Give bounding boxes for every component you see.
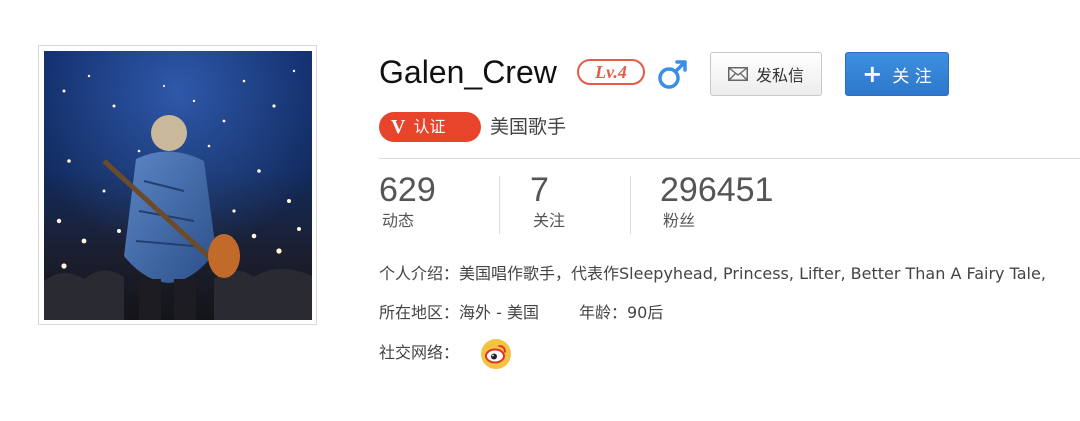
stat-separator <box>630 176 631 234</box>
intro-text: 美国唱作歌手，代表作Sleepyhead, Princess, Lifter, … <box>459 264 1046 283</box>
level-badge[interactable]: Lv.4 <box>577 59 645 85</box>
social-label: 社交网络： <box>379 343 460 362</box>
stat-following-label: 关注 <box>533 211 566 230</box>
stat-separator <box>499 176 500 234</box>
stat-fans[interactable]: 296451 粉丝 <box>660 170 773 232</box>
divider <box>379 158 1080 159</box>
plus-icon: + <box>862 60 883 88</box>
social-line: 社交网络： <box>379 342 459 364</box>
follow-label: 关 注 <box>892 66 932 87</box>
male-icon <box>658 60 687 89</box>
user-profile-card: Galen_Crew Lv.4 发私信 + 关 注 V 认证 美国歌手 629 … <box>0 0 1080 421</box>
region-value: 海外 - 美国 <box>459 303 539 322</box>
age-value: 90后 <box>626 303 664 322</box>
stat-following-value: 7 <box>530 171 549 209</box>
stat-fans-value: 296451 <box>660 171 774 209</box>
envelope-icon <box>727 67 748 81</box>
intro-line: 个人介绍：美国唱作歌手，代表作Sleepyhead, Princess, Lif… <box>379 263 1046 285</box>
weibo-icon[interactable] <box>480 338 512 370</box>
stat-fans-label: 粉丝 <box>663 211 696 230</box>
send-message-button[interactable]: 发私信 <box>710 52 822 96</box>
age-label: 年龄： <box>578 303 627 322</box>
stat-posts[interactable]: 629 动态 <box>379 170 436 232</box>
intro-label: 个人介绍： <box>379 264 460 283</box>
verified-badge[interactable]: V 认证 <box>379 112 481 142</box>
verified-label: 认证 <box>413 117 446 136</box>
avatar-frame <box>38 45 317 325</box>
stat-posts-value: 629 <box>379 171 436 209</box>
verified-v-icon: V <box>391 116 406 138</box>
region-label: 所在地区： <box>379 303 460 322</box>
send-message-label: 发私信 <box>755 66 804 85</box>
verified-title: 美国歌手 <box>490 116 567 138</box>
region-line: 所在地区：海外 - 美国 年龄：90后 <box>379 302 663 324</box>
avatar[interactable] <box>44 51 312 320</box>
stat-posts-label: 动态 <box>382 211 415 230</box>
follow-button[interactable]: + 关 注 <box>845 52 949 96</box>
stat-following[interactable]: 7 关注 <box>530 170 565 232</box>
username: Galen_Crew <box>379 54 557 90</box>
